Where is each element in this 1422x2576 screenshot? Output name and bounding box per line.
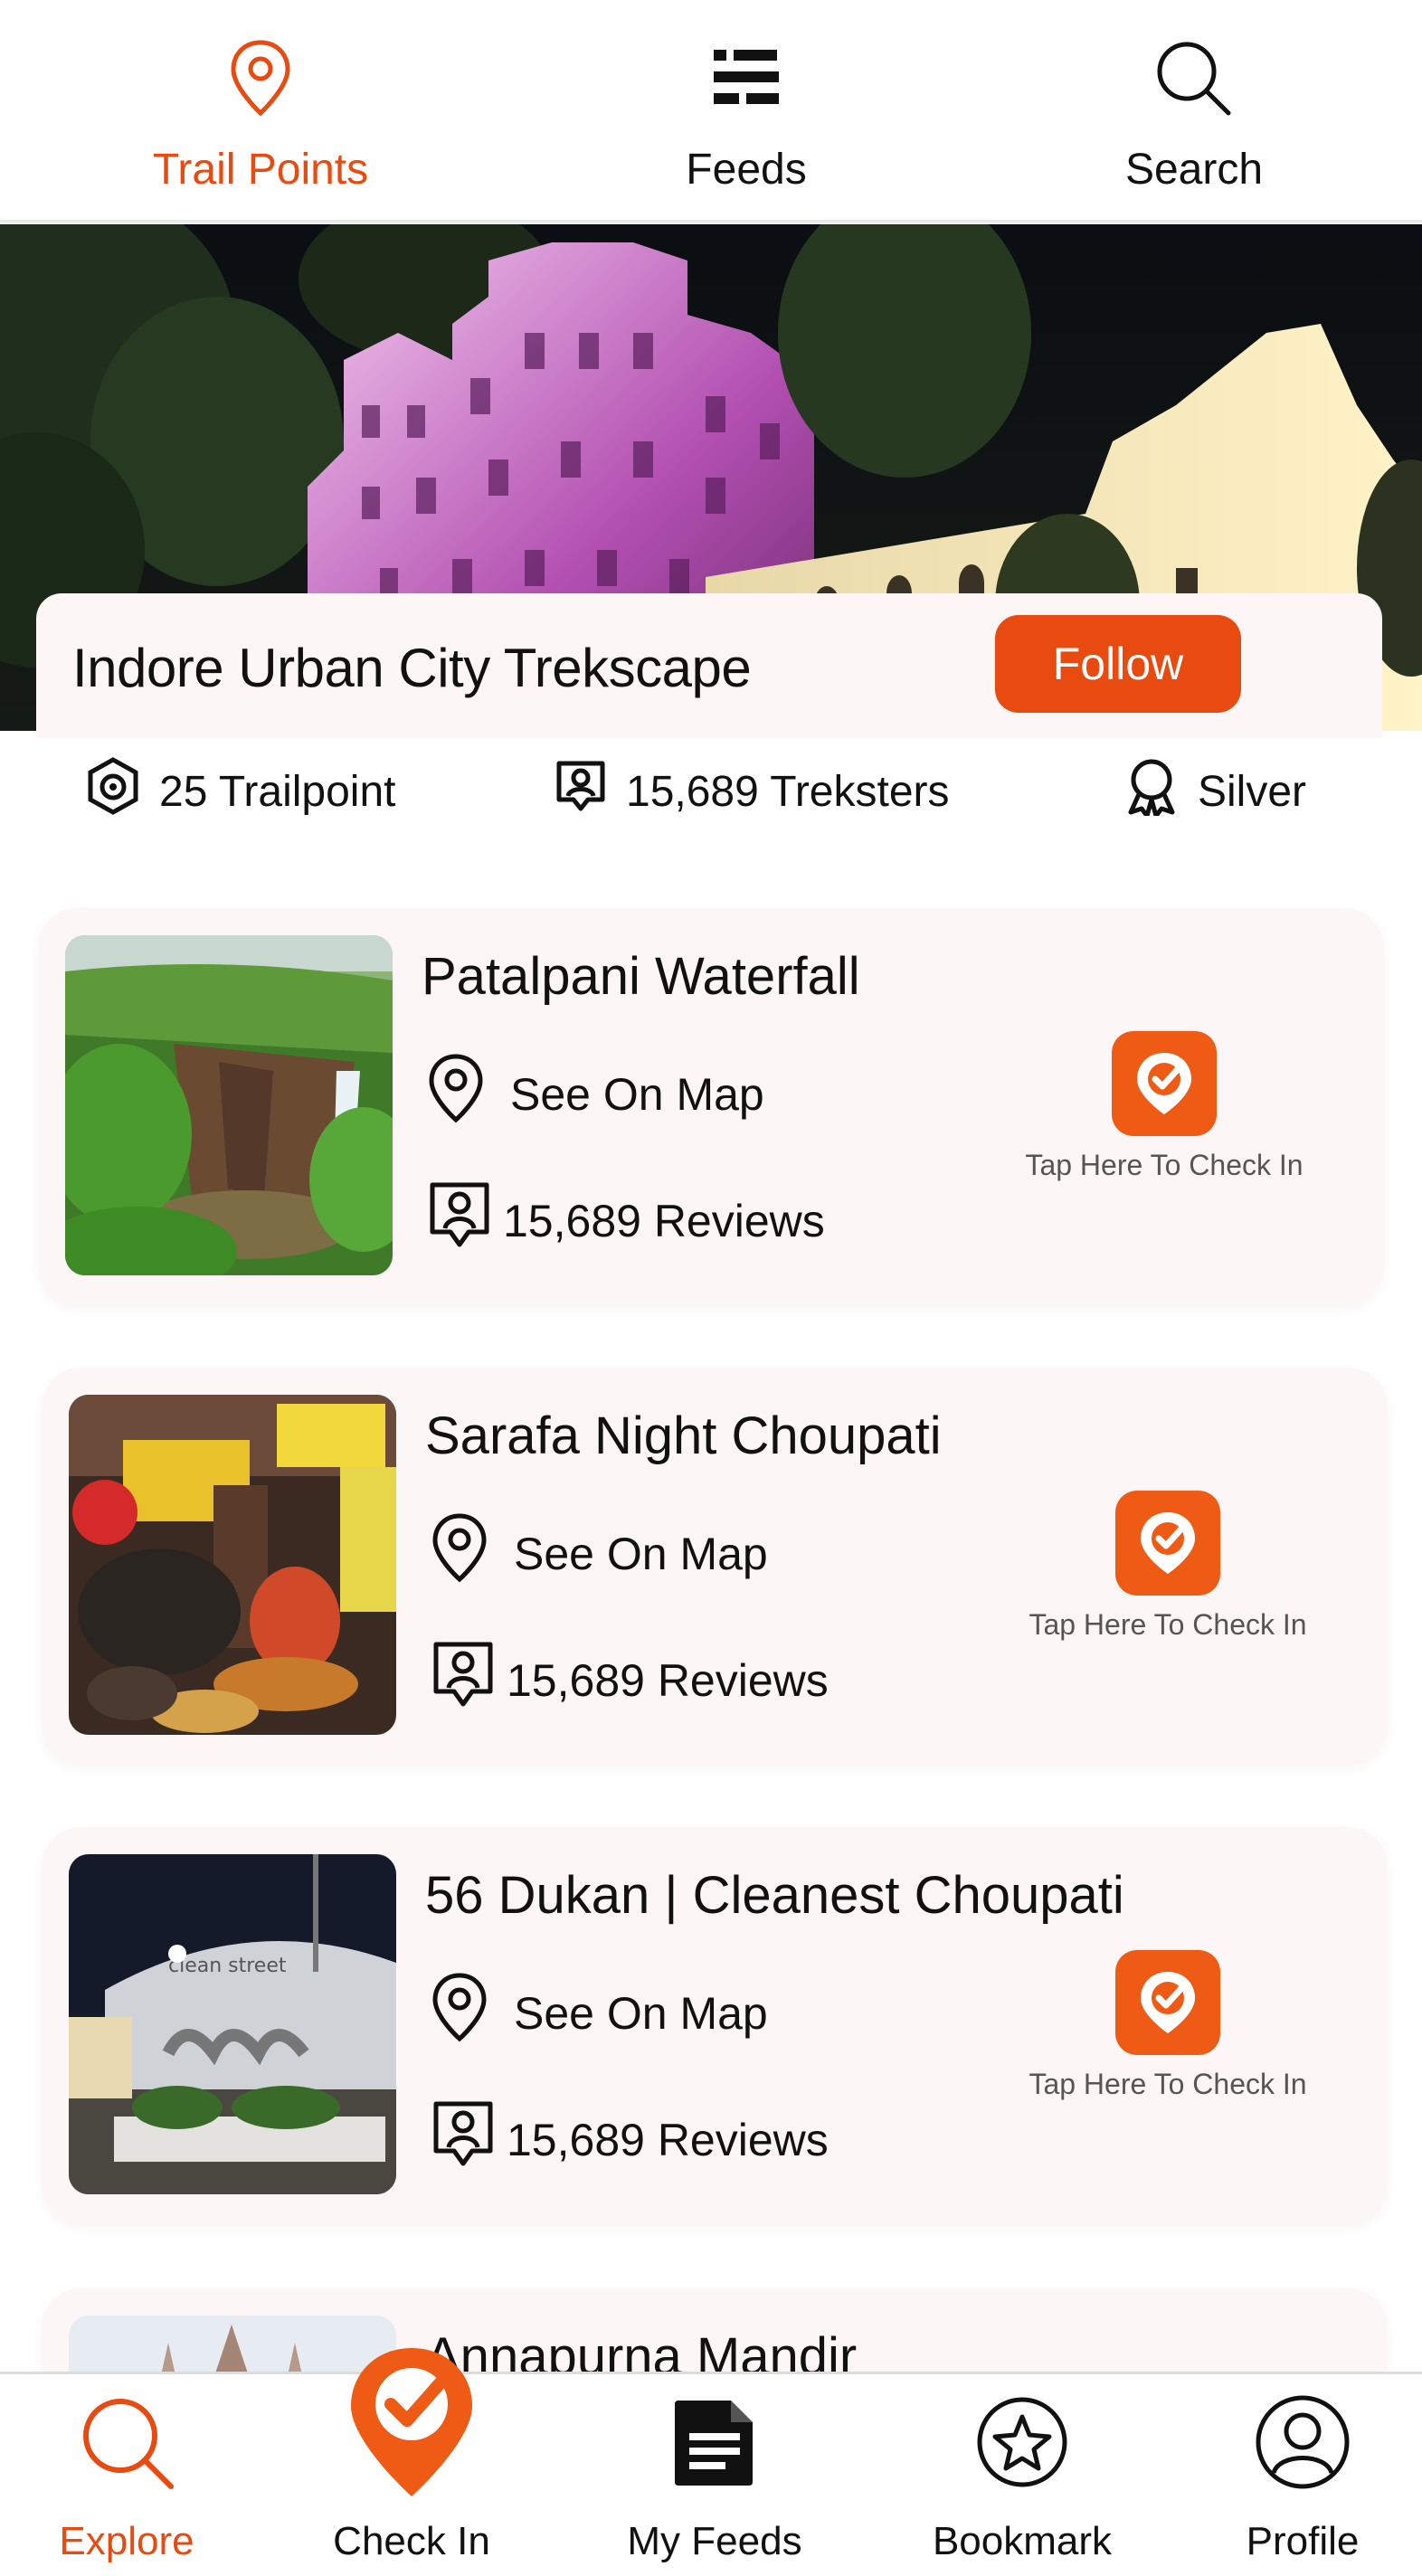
waterfall-photo xyxy=(65,935,393,1275)
trail-point-card[interactable]: clean street 56 Dukan | Cleanest Choupat… xyxy=(42,1827,1388,2225)
trailpoint-icon xyxy=(83,756,143,827)
trekster-icon xyxy=(552,756,610,827)
check-in-pin-icon xyxy=(344,2348,479,2510)
check-in-button[interactable]: Tap Here To Check In xyxy=(1029,1950,1307,2101)
tab-trail-points[interactable]: Trail Points xyxy=(118,0,403,223)
tab-feeds-label: Feeds xyxy=(686,146,807,194)
tab-feeds[interactable]: Feeds xyxy=(633,0,859,223)
document-icon xyxy=(669,2374,760,2510)
reviews-count: 15,689 Reviews xyxy=(427,1179,825,1263)
nav-check-in-label: Check In xyxy=(333,2519,490,2563)
treksters-count-label: 15,689 Treksters xyxy=(626,767,950,816)
reviewer-icon xyxy=(431,1639,496,1722)
award-ribbon-icon xyxy=(1122,756,1181,827)
stats-row: 25 Trailpoint 15,689 Treksters Silver xyxy=(0,751,1422,832)
reviews-label: 15,689 Reviews xyxy=(507,2115,829,2165)
nav-my-feeds[interactable]: My Feeds xyxy=(606,2374,823,2576)
user-avatar-icon xyxy=(1254,2374,1351,2510)
trailpoint-count: 25 Trailpoint xyxy=(83,751,396,832)
reviewer-icon xyxy=(431,2098,496,2182)
page-title: Indore Urban City Trekscape xyxy=(72,638,752,698)
trail-point-name: Sarafa Night Choupati xyxy=(425,1406,942,1465)
see-on-map-label: See On Map xyxy=(514,1529,768,1579)
nav-explore-label: Explore xyxy=(59,2519,194,2563)
search-icon xyxy=(1152,36,1236,121)
trailpoint-count-label: 25 Trailpoint xyxy=(159,767,396,816)
check-in-button[interactable]: Tap Here To Check In xyxy=(1029,1491,1307,1642)
check-in-badge-icon xyxy=(1115,1491,1220,1596)
level-badge: Silver xyxy=(1122,751,1306,832)
tab-search-label: Search xyxy=(1124,146,1264,194)
nav-bookmark[interactable]: Bookmark xyxy=(905,2374,1140,2576)
see-on-map-label: See On Map xyxy=(514,1988,768,2039)
map-pin-icon xyxy=(431,1512,488,1596)
check-in-label: Tap Here To Check In xyxy=(1029,1608,1307,1641)
trekscape-header-card: Indore Urban City Trekscape Follow xyxy=(36,593,1382,738)
reviews-label: 15,689 Reviews xyxy=(503,1196,825,1246)
trail-point-name: Patalpani Waterfall xyxy=(422,947,860,1006)
feed-list-icon xyxy=(710,36,782,121)
nav-check-in[interactable]: Check In xyxy=(308,2348,516,2576)
reviews-label: 15,689 Reviews xyxy=(507,1655,829,1706)
see-on-map-link[interactable]: See On Map xyxy=(431,1512,768,1596)
nav-my-feeds-label: My Feeds xyxy=(627,2519,802,2563)
bottom-nav-bar: Explore Check In My Feeds Bookmark Profi… xyxy=(0,2348,1422,2576)
check-in-label: Tap Here To Check In xyxy=(1029,2068,1307,2100)
check-in-label: Tap Here To Check In xyxy=(1025,1149,1304,1181)
location-pin-icon xyxy=(228,36,293,121)
check-in-button[interactable]: Tap Here To Check In xyxy=(1025,1031,1304,1182)
reviews-count: 15,689 Reviews xyxy=(431,1639,829,1722)
food-hub-photo: clean street xyxy=(69,1854,396,2194)
reviews-count: 15,689 Reviews xyxy=(431,2098,829,2182)
see-on-map-link[interactable]: See On Map xyxy=(427,1053,764,1136)
map-pin-icon xyxy=(431,1972,488,2055)
nav-profile-label: Profile xyxy=(1246,2519,1360,2563)
reviewer-icon xyxy=(427,1179,492,1263)
treksters-count: 15,689 Treksters xyxy=(552,751,950,832)
trail-point-card[interactable]: Patalpani Waterfall See On Map 15,689 Re… xyxy=(38,908,1384,1306)
star-circle-icon xyxy=(975,2374,1069,2510)
night-market-photo xyxy=(69,1395,396,1735)
top-tab-bar: Trail Points Feeds Search xyxy=(0,0,1422,223)
tab-search[interactable]: Search xyxy=(1085,0,1303,223)
explore-search-icon xyxy=(77,2374,176,2510)
map-pin-icon xyxy=(427,1053,485,1136)
nav-explore[interactable]: Explore xyxy=(36,2374,217,2576)
follow-button[interactable]: Follow xyxy=(995,615,1241,713)
trail-point-card[interactable]: Sarafa Night Choupati See On Map 15,689 … xyxy=(42,1368,1388,1766)
nav-bookmark-label: Bookmark xyxy=(932,2519,1113,2563)
level-label: Silver xyxy=(1198,767,1307,816)
svg-text:clean street: clean street xyxy=(168,1955,287,1977)
check-in-badge-icon xyxy=(1115,1950,1220,2055)
nav-profile[interactable]: Profile xyxy=(1212,2374,1393,2576)
check-in-badge-icon xyxy=(1112,1031,1217,1136)
trail-point-name: 56 Dukan | Cleanest Choupati xyxy=(425,1866,1124,1925)
tab-trail-points-label: Trail Points xyxy=(152,146,369,194)
see-on-map-link[interactable]: See On Map xyxy=(431,1972,768,2055)
see-on-map-label: See On Map xyxy=(510,1069,764,1120)
